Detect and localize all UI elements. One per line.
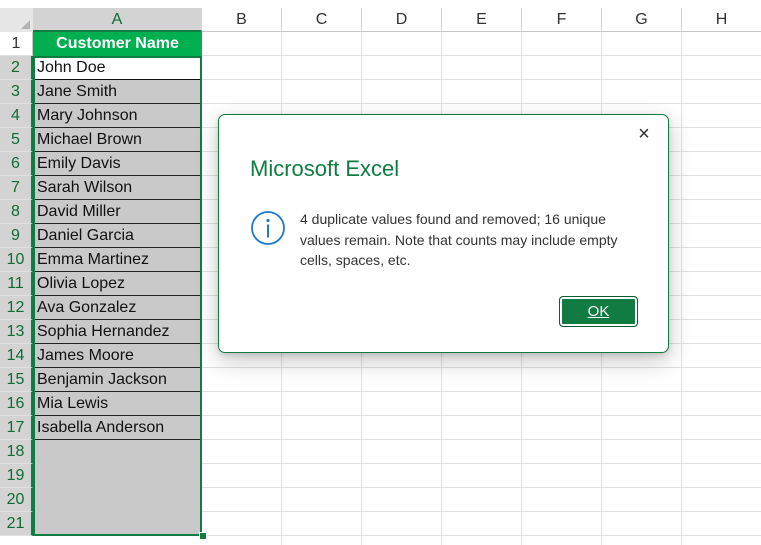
row-header-15[interactable]: 15: [0, 368, 33, 392]
column-headers: ABCDEFGH: [33, 8, 761, 32]
table-cell[interactable]: Daniel Garcia: [33, 224, 202, 248]
fill-handle[interactable]: [199, 532, 207, 540]
table-cell[interactable]: Benjamin Jackson: [33, 368, 202, 392]
table-cell[interactable]: Emily Davis: [33, 152, 202, 176]
table-cell[interactable]: Olivia Lopez: [33, 272, 202, 296]
table-cell[interactable]: Sophia Hernandez: [33, 320, 202, 344]
select-all-corner[interactable]: [0, 8, 34, 33]
row-header-20[interactable]: 20: [0, 488, 33, 512]
header-cell-customer-name[interactable]: Customer Name: [33, 32, 202, 56]
table-cell[interactable]: Isabella Anderson: [33, 416, 202, 440]
row-headers: 1 2 3 4 5 6 7 8 9 10 11 12 13 14 15 16 17 18 19 20 21: [0, 32, 33, 536]
row-header-13[interactable]: 13: [0, 320, 33, 344]
table-cell[interactable]: Emma Martinez: [33, 248, 202, 272]
dialog-message: 4 duplicate values found and removed; 16…: [300, 211, 618, 268]
table-cell[interactable]: Sarah Wilson: [33, 176, 202, 200]
table-cell[interactable]: David Miller: [33, 200, 202, 224]
table-cell[interactable]: John Doe: [33, 56, 202, 80]
row-header-10[interactable]: 10: [0, 248, 33, 272]
row-header-4[interactable]: 4: [0, 104, 33, 128]
row-header-8[interactable]: 8: [0, 200, 33, 224]
column-header-a[interactable]: A: [33, 8, 202, 32]
empty-cell[interactable]: [33, 464, 202, 488]
column-header-e[interactable]: E: [442, 8, 522, 32]
row-header-6[interactable]: 6: [0, 152, 33, 176]
row-header-18[interactable]: 18: [0, 440, 33, 464]
close-icon[interactable]: ×: [632, 123, 656, 147]
table-cell[interactable]: James Moore: [33, 344, 202, 368]
row-header-16[interactable]: 16: [0, 392, 33, 416]
row-header-17[interactable]: 17: [0, 416, 33, 440]
column-header-h[interactable]: H: [682, 8, 761, 32]
ok-button[interactable]: OK: [559, 296, 638, 327]
row-header-3[interactable]: 3: [0, 80, 33, 104]
row-header-14[interactable]: 14: [0, 344, 33, 368]
table-cell[interactable]: Jane Smith: [33, 80, 202, 104]
column-a-cells: Customer Name John Doe Jane Smith Mary John…: [33, 32, 202, 536]
row-header-7[interactable]: 7: [0, 176, 33, 200]
empty-cell[interactable]: [33, 440, 202, 464]
remove-duplicates-dialog: × Microsoft Excel 4 duplicate values fou…: [218, 114, 669, 353]
row-header-12[interactable]: 12: [0, 296, 33, 320]
row-header-5[interactable]: 5: [0, 128, 33, 152]
column-header-d[interactable]: D: [362, 8, 442, 32]
column-header-b[interactable]: B: [202, 8, 282, 32]
column-header-g[interactable]: G: [602, 8, 682, 32]
empty-cell[interactable]: [33, 488, 202, 512]
row-header-9[interactable]: 9: [0, 224, 33, 248]
dialog-title: Microsoft Excel: [250, 156, 400, 181]
info-icon: [251, 211, 285, 245]
table-cell[interactable]: Ava Gonzalez: [33, 296, 202, 320]
row-header-2[interactable]: 2: [0, 56, 33, 80]
row-header-19[interactable]: 19: [0, 464, 33, 488]
table-cell[interactable]: Mia Lewis: [33, 392, 202, 416]
row-header-21[interactable]: 21: [0, 512, 33, 536]
row-header-1[interactable]: 1: [0, 32, 33, 56]
table-cell[interactable]: Michael Brown: [33, 128, 202, 152]
table-cell[interactable]: Mary Johnson: [33, 104, 202, 128]
row-header-11[interactable]: 11: [0, 272, 33, 296]
empty-cell[interactable]: [33, 512, 202, 536]
column-header-f[interactable]: F: [522, 8, 602, 32]
column-header-c[interactable]: C: [282, 8, 362, 32]
